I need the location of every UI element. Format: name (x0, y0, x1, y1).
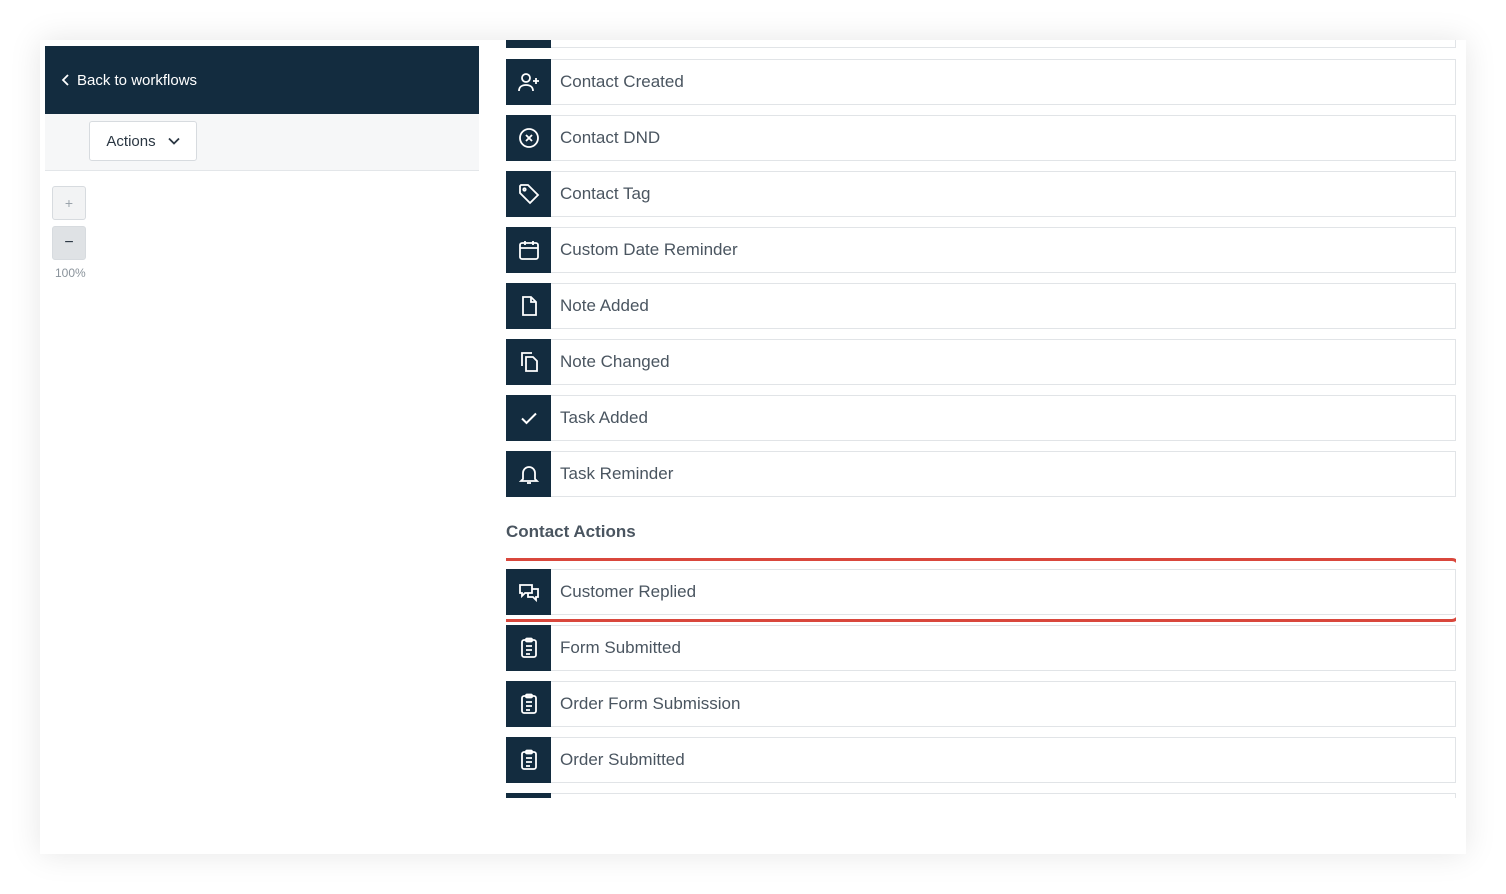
item-label: Custom Date Reminder (560, 240, 738, 259)
item-label: Task Added (560, 408, 648, 427)
item-label: Order Submitted (560, 750, 685, 769)
chat-icon (506, 568, 551, 615)
builder-panel: Back to workflows Actions + − 100% (45, 46, 479, 798)
trigger-form-submitted[interactable]: Form Submitted (506, 624, 1456, 671)
trigger-contact-tag[interactable]: Contact Tag (506, 170, 1456, 217)
item-label: Note Added (560, 296, 649, 315)
trigger-order-form-submission[interactable]: Order Form Submission (506, 680, 1456, 727)
x-circle-icon (506, 114, 551, 161)
list-item-partial-top[interactable] (506, 40, 1456, 48)
bell-icon (506, 450, 551, 497)
trigger-customer-replied[interactable]: Customer Replied (506, 568, 1456, 615)
item-label: Contact Tag (560, 184, 651, 203)
trigger-note-added[interactable]: Note Added (506, 282, 1456, 329)
item-label: Task Reminder (560, 464, 674, 483)
clipboard-icon (506, 624, 551, 671)
trigger-task-reminder[interactable]: Task Reminder (506, 450, 1456, 497)
zoom-level: 100% (55, 266, 86, 280)
clipboard-icon (506, 680, 551, 727)
user-plus-icon (506, 58, 551, 105)
actions-label: Actions (106, 132, 156, 150)
chevron-left-icon (61, 74, 69, 86)
trigger-contact-dnd[interactable]: Contact DND (506, 114, 1456, 161)
trigger-custom-date-reminder[interactable]: Custom Date Reminder (506, 226, 1456, 273)
actions-dropdown[interactable]: Actions (89, 121, 197, 161)
list-item-partial-bottom[interactable] (506, 792, 1456, 798)
trigger-task-added[interactable]: Task Added (506, 394, 1456, 441)
zoom-controls: + − 100% (52, 186, 88, 280)
section-title-contact-actions: Contact Actions (506, 522, 636, 541)
trigger-note-changed[interactable]: Note Changed (506, 338, 1456, 385)
sub-toolbar: Actions (45, 114, 479, 171)
clipboard-icon (506, 736, 551, 783)
item-icon (506, 792, 551, 798)
item-label: Note Changed (560, 352, 670, 371)
tag-icon (506, 170, 551, 217)
zoom-out-button[interactable]: − (52, 226, 86, 260)
item-label: Contact DND (560, 128, 661, 147)
item-icon (506, 40, 551, 48)
check-icon (506, 394, 551, 441)
top-bar: Back to workflows (45, 46, 479, 114)
back-label: Back to workflows (77, 71, 198, 89)
trigger-list-panel: Contact Created Contact DND Contact Tag (506, 40, 1456, 798)
workflow-editor-window: Back to workflows Actions + − 100% Conta… (40, 40, 1466, 854)
back-to-workflows-link[interactable]: Back to workflows (61, 72, 197, 89)
calendar-icon (506, 226, 551, 273)
item-label: Form Submitted (560, 638, 681, 657)
trigger-order-submitted[interactable]: Order Submitted (506, 736, 1456, 783)
item-label: Contact Created (560, 72, 684, 91)
item-label: Customer Replied (560, 582, 697, 601)
document-icon (506, 282, 551, 329)
chevron-down-icon (167, 137, 180, 145)
trigger-contact-created[interactable]: Contact Created (506, 58, 1456, 105)
documents-icon (506, 338, 551, 385)
item-label: Order Form Submission (560, 694, 741, 713)
zoom-in-button[interactable]: + (52, 186, 86, 220)
